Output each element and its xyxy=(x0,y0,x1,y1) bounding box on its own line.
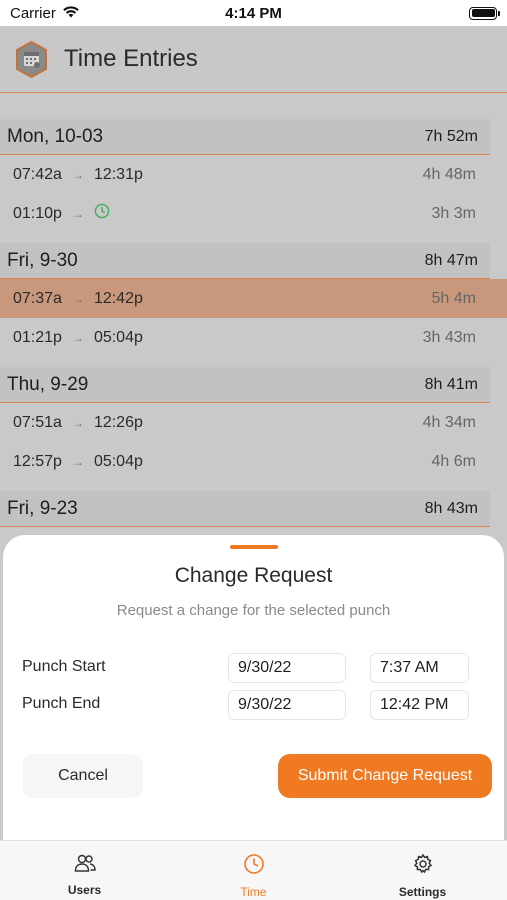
day-label: Fri, 9-30 xyxy=(7,249,78,271)
entry-end: 12:31p xyxy=(93,165,143,183)
day-label: Fri, 9-23 xyxy=(7,497,78,519)
tab-settings[interactable]: Settings xyxy=(363,841,483,899)
sheet-title: Change Request xyxy=(174,564,333,587)
tab-settings-label: Settings xyxy=(398,885,447,899)
entry-end: 12:26p xyxy=(93,413,143,431)
day-group: Thu, 9-29 8h 41m 07:51a → 12:26p 4h 34m 12:57p… xyxy=(0,367,507,481)
entry-start: 07:42a xyxy=(13,165,62,183)
submit-change-request-button[interactable]: Submit Change Request xyxy=(278,754,492,798)
arrow-right-icon: → xyxy=(71,330,84,345)
day-group: Fri, 9-23 8h 43m xyxy=(0,491,507,527)
time-entry-row[interactable]: 01:10p → 3h 3m xyxy=(0,194,507,233)
day-label: Mon, 10-03 xyxy=(7,125,104,147)
day-total: 8h 47m xyxy=(424,251,478,269)
entry-times: 12:57p → 05:04p xyxy=(13,453,143,471)
open-punch-clock-icon xyxy=(94,203,110,224)
entry-end: 05:04p xyxy=(93,452,143,470)
entry-start: 12:57p xyxy=(13,452,62,470)
entry-times: 07:51a → 12:26p xyxy=(13,414,143,432)
tab-time-label: Time xyxy=(240,885,267,899)
entry-times: 01:21p → 05:04p xyxy=(13,329,143,347)
clock-icon xyxy=(243,853,265,880)
time-entry-row[interactable]: 07:42a → 12:31p 4h 48m xyxy=(0,155,507,194)
entry-duration: 4h 34m xyxy=(422,413,476,431)
time-entry-row[interactable]: 01:21p → 05:04p 3h 43m xyxy=(0,318,507,357)
time-entry-row[interactable]: 07:37a → 12:42p 5h 4m xyxy=(0,279,507,318)
day-header: Mon, 10-03 7h 52m xyxy=(0,119,490,155)
day-header: Fri, 9-30 8h 47m xyxy=(0,243,490,279)
entry-times: 07:37a → 12:42p xyxy=(13,290,143,308)
entry-duration: 5h 4m xyxy=(431,289,476,307)
time-entry-row[interactable]: 12:57p → 05:04p 4h 6m xyxy=(0,442,507,481)
day-total: 7h 52m xyxy=(424,127,478,145)
arrow-right-icon: → xyxy=(71,167,84,182)
tab-time[interactable]: Time xyxy=(194,841,314,899)
arrow-right-icon: → xyxy=(71,206,84,221)
punch-start-date-field[interactable]: 9/30/22 xyxy=(228,653,346,683)
entry-duration: 4h 6m xyxy=(431,452,476,470)
arrow-right-icon: → xyxy=(71,454,84,469)
day-total: 8h 43m xyxy=(424,499,478,517)
cancel-button[interactable]: Cancel xyxy=(23,754,143,798)
app-header: Time Entries xyxy=(0,26,507,93)
day-header: Fri, 9-23 8h 43m xyxy=(0,491,490,527)
punch-start-time-field[interactable]: 7:37 AM xyxy=(370,653,469,683)
sheet-grabber[interactable] xyxy=(230,545,278,549)
day-group: Fri, 9-30 8h 47m 07:37a → 12:42p 5h 4m 01:21p →… xyxy=(0,243,507,357)
tab-users[interactable]: Users xyxy=(25,841,145,897)
entry-start: 01:10p xyxy=(13,204,62,222)
punch-end-time-field[interactable]: 12:42 PM xyxy=(370,690,469,720)
wifi-icon xyxy=(62,5,80,22)
sheet-subtitle: Request a change for the selected punch xyxy=(116,602,391,619)
punch-start-label: Punch Start xyxy=(22,658,106,675)
entry-duration: 3h 3m xyxy=(431,204,476,222)
entry-end: 12:42p xyxy=(93,289,143,307)
gear-icon xyxy=(412,853,434,880)
carrier-group: Carrier xyxy=(10,5,80,22)
users-icon xyxy=(74,853,96,878)
day-group: Mon, 10-03 7h 52m 07:42a → 12:31p 4h 48m 01:10… xyxy=(0,119,507,233)
tab-users-label: Users xyxy=(67,883,102,897)
carrier-label: Carrier xyxy=(10,4,56,22)
punch-end-date-field[interactable]: 9/30/22 xyxy=(228,690,346,720)
entry-end: 05:04p xyxy=(93,328,143,346)
entry-start: 07:51a xyxy=(13,413,62,431)
entry-times: 07:42a → 12:31p xyxy=(13,166,143,184)
entry-start: 07:37a xyxy=(13,289,62,307)
entry-duration: 3h 43m xyxy=(422,328,476,346)
arrow-right-icon: → xyxy=(71,291,84,306)
entry-start: 01:21p xyxy=(13,328,62,346)
time-entry-row[interactable]: 07:51a → 12:26p 4h 34m xyxy=(0,403,507,442)
time-entry-list[interactable]: Mon, 10-03 7h 52m 07:42a → 12:31p 4h 48m 01:10… xyxy=(0,119,507,537)
calendar-gear-logo-icon xyxy=(15,40,48,78)
day-label: Thu, 9-29 xyxy=(7,373,89,395)
battery-icon xyxy=(469,6,500,20)
entry-duration: 4h 48m xyxy=(422,165,476,183)
entry-times: 01:10p → xyxy=(13,203,110,224)
status-bar: Carrier 4:14 PM xyxy=(0,0,507,26)
page-title: Time Entries xyxy=(64,45,198,72)
day-total: 8h 41m xyxy=(424,375,478,393)
day-header: Thu, 9-29 8h 41m xyxy=(0,367,490,403)
punch-end-label: Punch End xyxy=(22,695,101,712)
change-request-sheet: Change Request Request a change for the … xyxy=(3,535,504,865)
tab-bar: Users Time Settings xyxy=(0,840,507,900)
arrow-right-icon: → xyxy=(71,415,84,430)
